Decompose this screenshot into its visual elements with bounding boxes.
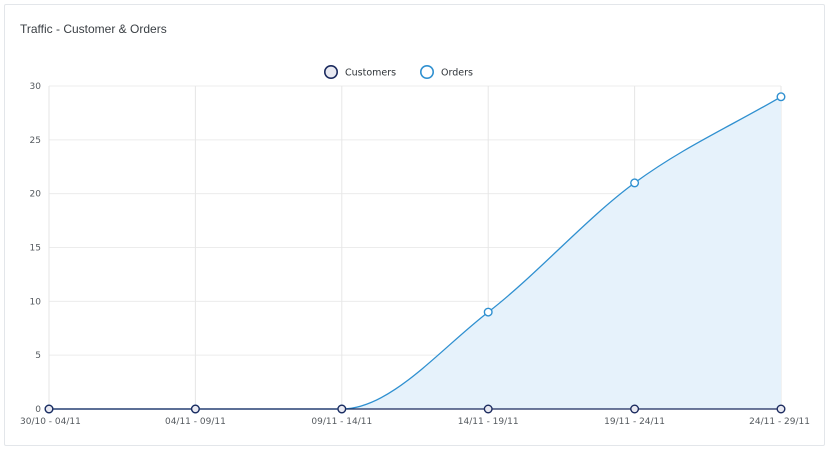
y-axis: 0 5 10 15 20 25 30 [30, 82, 42, 415]
legend-label-orders: Orders [441, 68, 473, 79]
legend-marker-customers [323, 65, 338, 80]
area-orders [49, 96, 781, 410]
x-tick-label: 19/11 - 24/11 [604, 417, 665, 427]
y-tick-label: 20 [30, 190, 42, 200]
x-tick-label: 24/11 - 29/11 [749, 417, 810, 427]
y-tick-label: 0 [35, 405, 41, 415]
x-tick-label: 09/11 - 14/11 [311, 417, 372, 427]
traffic-chart: 0 5 10 15 20 25 30 30/10 - 04/11 04/11 - 09/11 0… [20, 65, 810, 427]
point-orders-3 [483, 307, 493, 317]
y-tick-label: 30 [30, 82, 42, 92]
y-tick-label: 25 [30, 136, 41, 146]
x-axis: 30/10 - 04/11 04/11 - 09/11 09/11 - 14/11 1… [20, 417, 810, 427]
point-customers-4 [630, 404, 640, 414]
y-tick-label: 15 [30, 244, 41, 254]
legend-label-customers: Customers [345, 68, 396, 79]
point-customers-1 [190, 404, 200, 414]
point-orders-5 [776, 92, 786, 102]
point-orders-4 [630, 178, 640, 188]
point-customers-2 [337, 404, 347, 414]
legend: Customers Orders [323, 65, 473, 80]
legend-marker-orders [419, 65, 434, 80]
point-customers-0 [44, 404, 54, 414]
x-tick-label: 04/11 - 09/11 [165, 417, 226, 427]
point-customers-3 [483, 404, 493, 414]
y-tick-label: 5 [35, 351, 41, 361]
area-layer [49, 96, 781, 410]
y-tick-label: 10 [30, 297, 42, 307]
x-tick-label: 30/10 - 04/11 [20, 417, 81, 427]
point-customers-5 [776, 404, 786, 414]
x-tick-label: 14/11 - 19/11 [458, 417, 519, 427]
